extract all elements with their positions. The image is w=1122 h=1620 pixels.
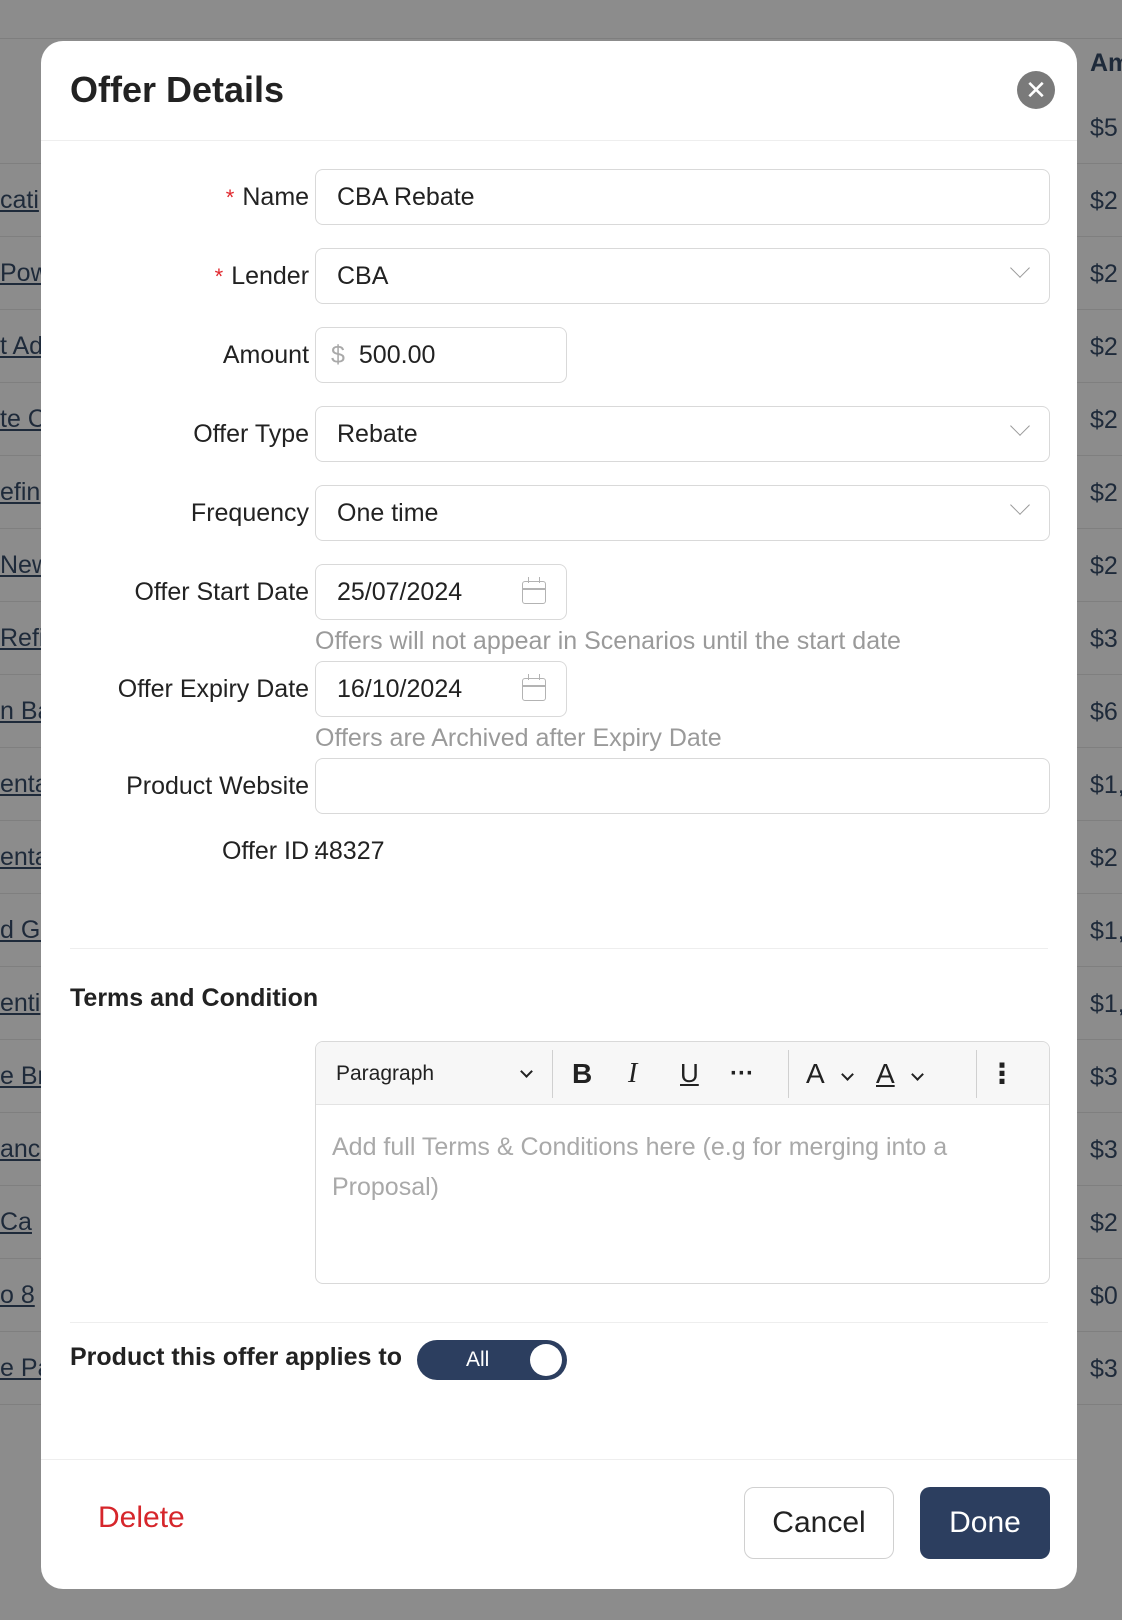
bg-name-link: enta <box>0 770 41 798</box>
calendar-icon[interactable] <box>522 577 546 604</box>
bg-amount-cell: $3 <box>1090 1355 1118 1383</box>
expiry-date-helper: Offers are Archived after Expiry Date <box>315 724 722 752</box>
lender-select[interactable]: CBA <box>315 248 1050 304</box>
start-date-picker[interactable]: 25/07/2024 <box>315 564 567 620</box>
toggle-label: All <box>466 1348 490 1371</box>
bg-name-link: o 8 <box>0 1281 35 1309</box>
section-divider <box>70 1322 1048 1323</box>
offer-type-select[interactable]: Rebate <box>315 406 1050 462</box>
name-input[interactable]: CBA Rebate <box>315 169 1050 225</box>
bg-amount-cell: $0 <box>1090 1282 1118 1310</box>
chevron-down-icon <box>1010 416 1030 436</box>
bg-amount-cell: $2 <box>1090 260 1118 288</box>
toolbar-separator <box>552 1050 553 1098</box>
paragraph-select[interactable]: Paragraph <box>336 1042 533 1105</box>
expiry-date-picker[interactable]: 16/10/2024 <box>315 661 567 717</box>
bg-name-link: New <box>0 551 41 579</box>
modal-header: Offer Details ✕ <box>41 41 1077 141</box>
offer-id-label: Offer ID: <box>221 837 320 865</box>
font-size-icon: A <box>806 1058 825 1089</box>
bg-amount-cell: $2 <box>1090 552 1118 580</box>
required-asterisk: * <box>225 185 235 210</box>
product-applies-label: Product this offer applies to <box>70 1343 402 1371</box>
bg-name-link: Ca <box>0 1208 32 1236</box>
toggle-knob <box>530 1344 562 1376</box>
product-scope-toggle[interactable]: All <box>417 1340 567 1380</box>
bg-amount-cell: $1, <box>1090 990 1122 1018</box>
amount-input[interactable]: $500.00 <box>315 327 567 383</box>
frequency-select[interactable]: One time <box>315 485 1050 541</box>
bold-button[interactable]: B <box>572 1042 592 1105</box>
cancel-button[interactable]: Cancel <box>744 1487 894 1559</box>
terms-title: Terms and Condition <box>70 984 319 1012</box>
chevron-down-icon <box>1010 258 1030 278</box>
chevron-down-icon <box>910 1068 924 1081</box>
frequency-label: Frequency: <box>190 499 320 527</box>
bg-amount-cell: $2 <box>1090 406 1118 434</box>
website-label: Product Website: <box>126 772 320 800</box>
editor-placeholder[interactable]: Add full Terms & Conditions here (e.g fo… <box>332 1127 1022 1207</box>
bg-name-link: t Ad <box>0 332 41 360</box>
chevron-down-icon <box>840 1068 854 1081</box>
name-label: *Name: <box>225 183 320 211</box>
delete-button[interactable]: Delete <box>98 1501 185 1535</box>
bg-amount-cell: $2 <box>1090 1209 1118 1237</box>
bg-name-link: d Gr <box>0 916 41 944</box>
bg-amount-cell: $3 <box>1090 1136 1118 1164</box>
amount-label: Amount: <box>222 341 320 369</box>
start-date-label: Offer Start Date: <box>134 578 320 606</box>
bg-name-link: cati <box>0 186 39 214</box>
start-date-helper: Offers will not appear in Scenarios unti… <box>315 627 901 655</box>
bg-amount-cell: $2 <box>1090 844 1118 872</box>
bg-name-link: e Pa <box>0 1354 41 1382</box>
underline-button[interactable]: U <box>680 1042 699 1105</box>
expiry-date-label: Offer Expiry Date: <box>117 675 320 703</box>
required-asterisk: * <box>214 264 224 289</box>
offer-details-modal: Offer Details ✕ *Name: CBA Rebate *Lende… <box>41 41 1077 1589</box>
bg-name-link: anc <box>0 1135 41 1163</box>
section-divider <box>70 948 1048 949</box>
bg-column-header: Am <box>1090 49 1122 77</box>
bg-name-link: enta <box>0 843 41 871</box>
editor-toolbar: Paragraph B I U ··· A A ⋮ <box>316 1042 1049 1105</box>
modal-title: Offer Details <box>70 69 285 110</box>
bg-amount-cell: $2 <box>1090 187 1118 215</box>
chevron-down-icon <box>520 1065 533 1078</box>
font-color-button[interactable]: A <box>876 1042 924 1105</box>
bg-header-divider <box>0 38 1122 39</box>
bg-amount-cell: $5 <box>1090 114 1118 142</box>
toolbar-separator <box>976 1050 977 1098</box>
font-size-button[interactable]: A <box>806 1042 854 1105</box>
bg-amount-cell: $1, <box>1090 771 1122 799</box>
bg-name-link: Refi <box>0 624 41 652</box>
more-icon[interactable]: ··· <box>730 1042 754 1105</box>
bg-amount-cell: $2 <box>1090 479 1118 507</box>
chevron-down-icon <box>1010 495 1030 515</box>
bg-amount-cell: $1, <box>1090 917 1122 945</box>
close-icon[interactable]: ✕ <box>1017 71 1055 109</box>
bg-name-link: e Br <box>0 1062 41 1090</box>
done-button[interactable]: Done <box>920 1487 1050 1559</box>
italic-button[interactable]: I <box>628 1042 637 1105</box>
bg-amount-cell: $2 <box>1090 333 1118 361</box>
terms-editor: Paragraph B I U ··· A A ⋮ Add full Terms… <box>315 1041 1050 1284</box>
bg-name-link: te C <box>0 405 41 433</box>
toolbar-separator <box>788 1050 789 1098</box>
font-color-icon: A <box>876 1058 895 1089</box>
currency-prefix: $ <box>331 341 345 369</box>
bg-name-link: n Ba <box>0 697 41 725</box>
bg-name-link: Pow <box>0 259 41 287</box>
bg-name-link: efin <box>0 478 41 506</box>
lender-label: *Lender: <box>214 262 320 290</box>
bg-name-link: enti <box>0 989 41 1017</box>
calendar-icon[interactable] <box>522 674 546 701</box>
bg-amount-cell: $3 <box>1090 625 1118 653</box>
website-input[interactable] <box>315 758 1050 814</box>
bg-amount-cell: $3 <box>1090 1063 1118 1091</box>
bg-amount-cell: $6 <box>1090 698 1118 726</box>
overflow-menu-icon[interactable]: ⋮ <box>988 1042 1016 1105</box>
offer-id-value: 48327 <box>315 837 385 865</box>
offer-type-label: Offer Type: <box>193 420 320 448</box>
